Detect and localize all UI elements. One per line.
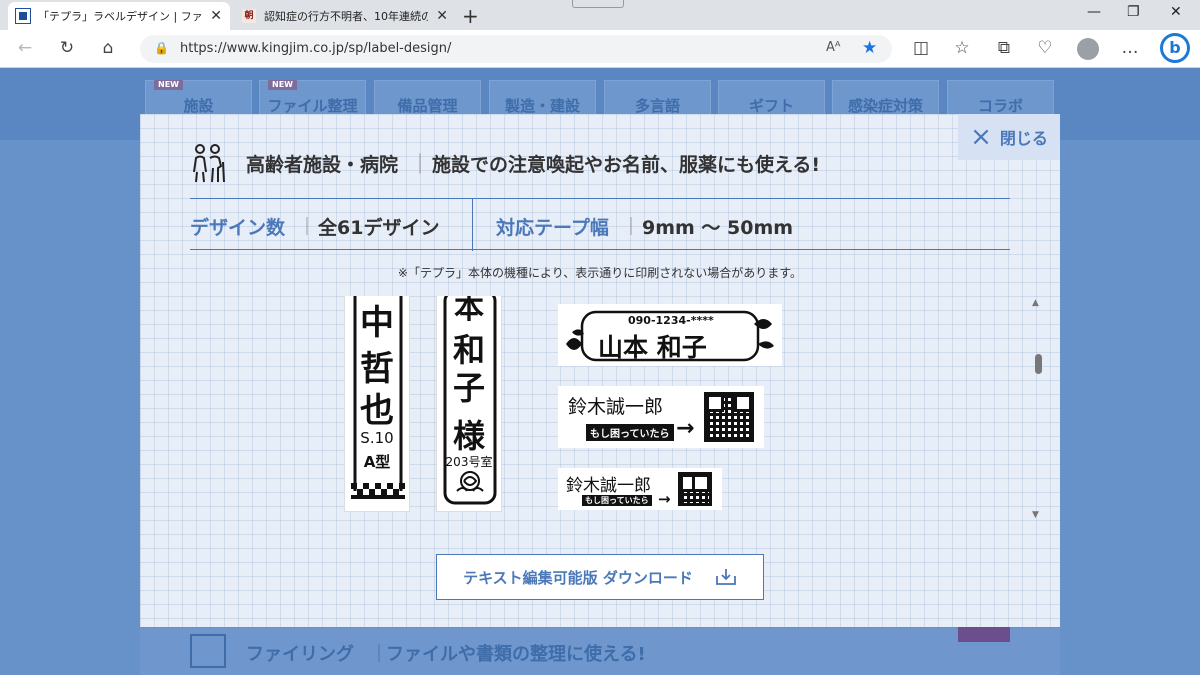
tab-close-icon[interactable]: ✕ <box>436 8 448 24</box>
window-drag-handle[interactable] <box>572 0 624 8</box>
label-name: 鈴木誠一郎 <box>568 396 664 418</box>
tab-close-icon[interactable]: ✕ <box>210 8 222 24</box>
label-separator: ｜ <box>622 217 640 238</box>
read-aloud-icon[interactable]: Aᴬ <box>826 40 841 55</box>
home-icon[interactable]: ⌂ <box>97 38 119 58</box>
back-icon[interactable]: ← <box>14 38 36 58</box>
page-background: NEW 施設 NEW ファイル整理 備品管理 製造・建設 多言語 ギフト 感染症… <box>0 68 1200 675</box>
label-caption: もし困っていたら <box>582 495 652 506</box>
label-text: 中 <box>360 303 394 343</box>
label-text: 203号室 <box>445 455 493 469</box>
label-name: 鈴木誠一郎 <box>566 476 651 496</box>
close-modal-button[interactable]: × 閉じる <box>958 114 1060 160</box>
category-label: 感染症対策 <box>847 97 923 115</box>
new-badge: NEW <box>154 80 183 90</box>
close-window-button[interactable]: ✕ <box>1170 4 1182 20</box>
label-design-horizontal-2[interactable]: 鈴木誠一郎 もし困っていたら → <box>558 386 764 448</box>
bing-chat-icon[interactable]: b <box>1160 33 1190 63</box>
category-label: コラボ <box>977 97 1023 115</box>
label-text: 本 <box>454 296 484 326</box>
label-text: S.10 <box>360 429 394 447</box>
label-text: 様 <box>452 417 485 455</box>
category-label: 多言語 <box>634 97 680 115</box>
download-button[interactable]: テキスト編集可能版 ダウンロード <box>436 554 764 600</box>
browser-essentials-icon[interactable]: ♡ <box>1034 38 1056 58</box>
new-badge: NEW <box>268 80 297 90</box>
bookshelf-icon <box>190 634 226 668</box>
scroll-down-icon[interactable]: ▼ <box>1032 510 1039 520</box>
info-divider <box>472 199 473 251</box>
label-text: 也 <box>360 391 394 431</box>
close-icon: × <box>970 122 992 152</box>
category-label: 備品管理 <box>397 97 458 115</box>
design-count-value: 全61デザイン <box>318 217 440 239</box>
elderly-couple-icon <box>193 144 225 183</box>
label-design-horizontal-1[interactable]: 090-1234-**** 山本 和子 <box>558 304 782 366</box>
scroll-up-icon[interactable]: ▲ <box>1032 298 1039 308</box>
label-text: A型 <box>363 453 391 471</box>
url-text[interactable]: https://www.kingjim.co.jp/sp/label-desig… <box>180 41 451 56</box>
download-icon <box>715 569 736 585</box>
browser-tab-strip: 「テプラ」ラベルデザイン | ファイルとテプ ✕ 朝 認知症の行方不明者、10年… <box>0 0 1200 30</box>
tab-label-design[interactable]: 「テプラ」ラベルデザイン | ファイルとテプ ✕ <box>8 2 230 30</box>
lock-icon[interactable]: 🔒 <box>154 41 169 55</box>
rose-icon <box>456 471 484 492</box>
label-design-vertical-1[interactable]: 中 哲 也 S.10 A型 <box>344 296 410 512</box>
scrollbar-thumb[interactable] <box>1035 354 1042 374</box>
favorites-icon[interactable]: ☆ <box>951 38 973 58</box>
more-icon[interactable]: … <box>1119 38 1141 58</box>
label-text: 子 <box>452 369 485 407</box>
category-label: ファイル整理 <box>267 97 358 115</box>
close-label: 閉じる <box>999 129 1048 148</box>
next-category-row[interactable]: ファイリング ｜ ファイルや書類の整理に使える! <box>140 628 1060 675</box>
new-tab-button[interactable]: + <box>462 4 479 28</box>
title-separator: ｜ <box>410 152 430 176</box>
preview-scrollbar[interactable]: ▲ ▼ <box>1030 296 1046 524</box>
design-count-label: デザイン数 <box>190 217 286 239</box>
tab-title: 「テプラ」ラベルデザイン | ファイルとテプ <box>38 10 203 23</box>
label-phone: 090-1234-**** <box>628 314 714 327</box>
label-separator: ｜ <box>298 217 316 238</box>
browser-toolbar: ← ↻ ⌂ 🔒 https://www.kingjim.co.jp/sp/lab… <box>0 30 1200 68</box>
tape-width-label: 対応テープ幅 <box>496 217 609 239</box>
info-row: デザイン数 ｜ 全61デザイン 対応テープ幅 ｜ 9mm ～ 50mm <box>190 198 1010 251</box>
restore-button[interactable]: ❐ <box>1127 4 1140 20</box>
category-label: 製造・建設 <box>504 97 580 115</box>
arrow-icon: → <box>658 490 671 508</box>
modal-title: 高齢者施設・病院 <box>246 154 399 176</box>
category-label: ギフト <box>748 97 794 115</box>
address-bar[interactable]: 🔒 https://www.kingjim.co.jp/sp/label-des… <box>140 35 892 63</box>
favorite-star-icon[interactable]: ★ <box>862 38 877 58</box>
collections-icon[interactable]: ⧉ <box>993 38 1015 58</box>
qr-code-icon <box>678 472 712 506</box>
category-modal: × 閉じる 高齢者施設・病院 ｜ 施設での注意喚起やお名前、服薬にも使える! デ… <box>140 114 1060 627</box>
next-category-desc: ファイルや書類の整理に使える! <box>386 644 646 665</box>
minimize-button[interactable]: — <box>1087 4 1101 20</box>
category-label: 施設 <box>183 97 214 115</box>
reload-icon[interactable]: ↻ <box>56 38 78 58</box>
tape-width-value: 9mm ～ 50mm <box>642 217 794 239</box>
label-preview-area[interactable]: 中 哲 也 S.10 A型 本 和 子 様 203号室 090-1234-***… <box>340 296 1040 524</box>
label-name: 山本 和子 <box>598 333 707 362</box>
kingjim-favicon-icon <box>15 8 31 24</box>
bookmark-ribbon <box>958 626 1010 642</box>
label-caption: もし困っていたら <box>586 424 674 441</box>
label-design-horizontal-3[interactable]: 鈴木誠一郎 もし困っていたら → <box>558 468 722 510</box>
modal-description: 施設での注意喚起やお名前、服薬にも使える! <box>432 154 821 176</box>
news-favicon-icon: 朝 <box>242 9 256 23</box>
label-design-vertical-2[interactable]: 本 和 子 様 203号室 <box>436 296 502 512</box>
tab-title: 認知症の行方不明者、10年連続の <box>264 10 429 23</box>
arrow-icon: → <box>676 416 695 441</box>
split-screen-icon[interactable]: ◫ <box>910 38 932 58</box>
download-label: テキスト編集可能版 ダウンロード <box>463 568 693 587</box>
next-category-title: ファイリング <box>246 644 354 665</box>
profile-avatar[interactable] <box>1077 38 1099 60</box>
qr-code-icon <box>704 392 754 442</box>
tab-news[interactable]: 朝 認知症の行方不明者、10年連続の ✕ <box>234 2 456 30</box>
print-note: ※「テプラ」本体の機種により、表示通りに印刷されない場合があります。 <box>397 266 803 280</box>
